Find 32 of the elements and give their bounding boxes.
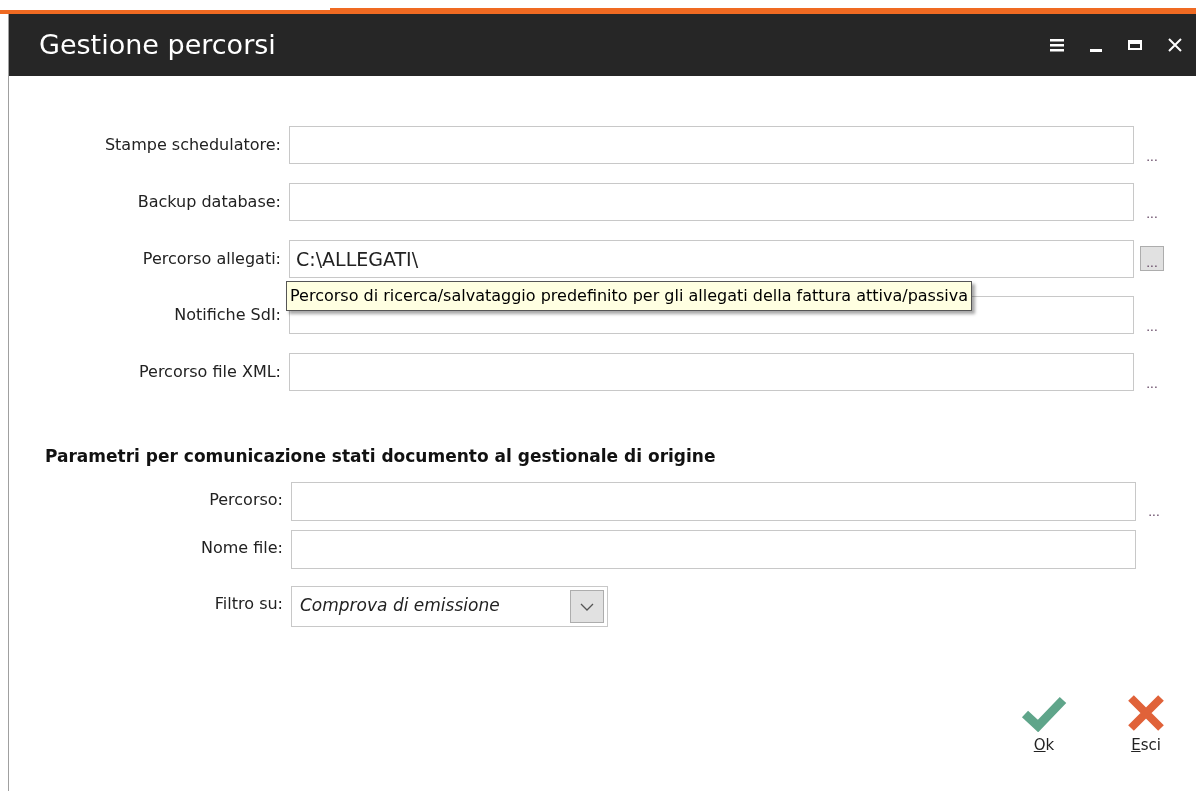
- browse-button[interactable]: ...: [1140, 367, 1164, 392]
- text-field[interactable]: C:\ALLEGATI\: [289, 240, 1134, 278]
- field-label: Stampe schedulatore:: [103, 134, 281, 156]
- text-field[interactable]: [291, 529, 1136, 569]
- field-label: Percorso file XML:: [137, 361, 281, 383]
- cross-icon: [1127, 694, 1165, 732]
- field-label: Backup database:: [136, 191, 281, 213]
- menu-icon[interactable]: [1050, 38, 1064, 52]
- browse-button[interactable]: ...: [1142, 495, 1166, 521]
- browse-button[interactable]: ...: [1140, 246, 1164, 271]
- field-label: Notifiche SdI:: [173, 304, 281, 326]
- check-icon: [1021, 694, 1067, 732]
- browse-button[interactable]: ...: [1140, 197, 1164, 222]
- text-field[interactable]: [291, 481, 1136, 521]
- field-label: Percorso allegati:: [141, 248, 281, 270]
- browse-button[interactable]: ...: [1140, 140, 1164, 165]
- browse-button[interactable]: ...: [1140, 310, 1164, 335]
- chevron-down-icon[interactable]: [570, 589, 604, 623]
- text-field[interactable]: [289, 126, 1134, 164]
- field-label: Filtro su:: [213, 592, 283, 615]
- field-label: Percorso:: [208, 488, 283, 511]
- dropdown[interactable]: Comprova di emissione: [291, 585, 608, 627]
- maximize-icon[interactable]: [1128, 40, 1142, 50]
- window-title: Gestione percorsi: [39, 27, 277, 62]
- close-icon[interactable]: [1168, 38, 1182, 52]
- exit-button[interactable]: Esci: [1116, 694, 1176, 757]
- ok-button[interactable]: Ok: [1014, 694, 1074, 757]
- field-label: Nome file:: [199, 536, 283, 559]
- tooltip: Percorso di ricerca/salvataggio predefinito per gli allegati della fattura attiva/passiva: [286, 281, 972, 311]
- section-heading: Parametri per comunicazione stati documento al gestionale di origine: [45, 445, 717, 468]
- text-field[interactable]: [289, 183, 1134, 221]
- text-field[interactable]: [289, 353, 1134, 391]
